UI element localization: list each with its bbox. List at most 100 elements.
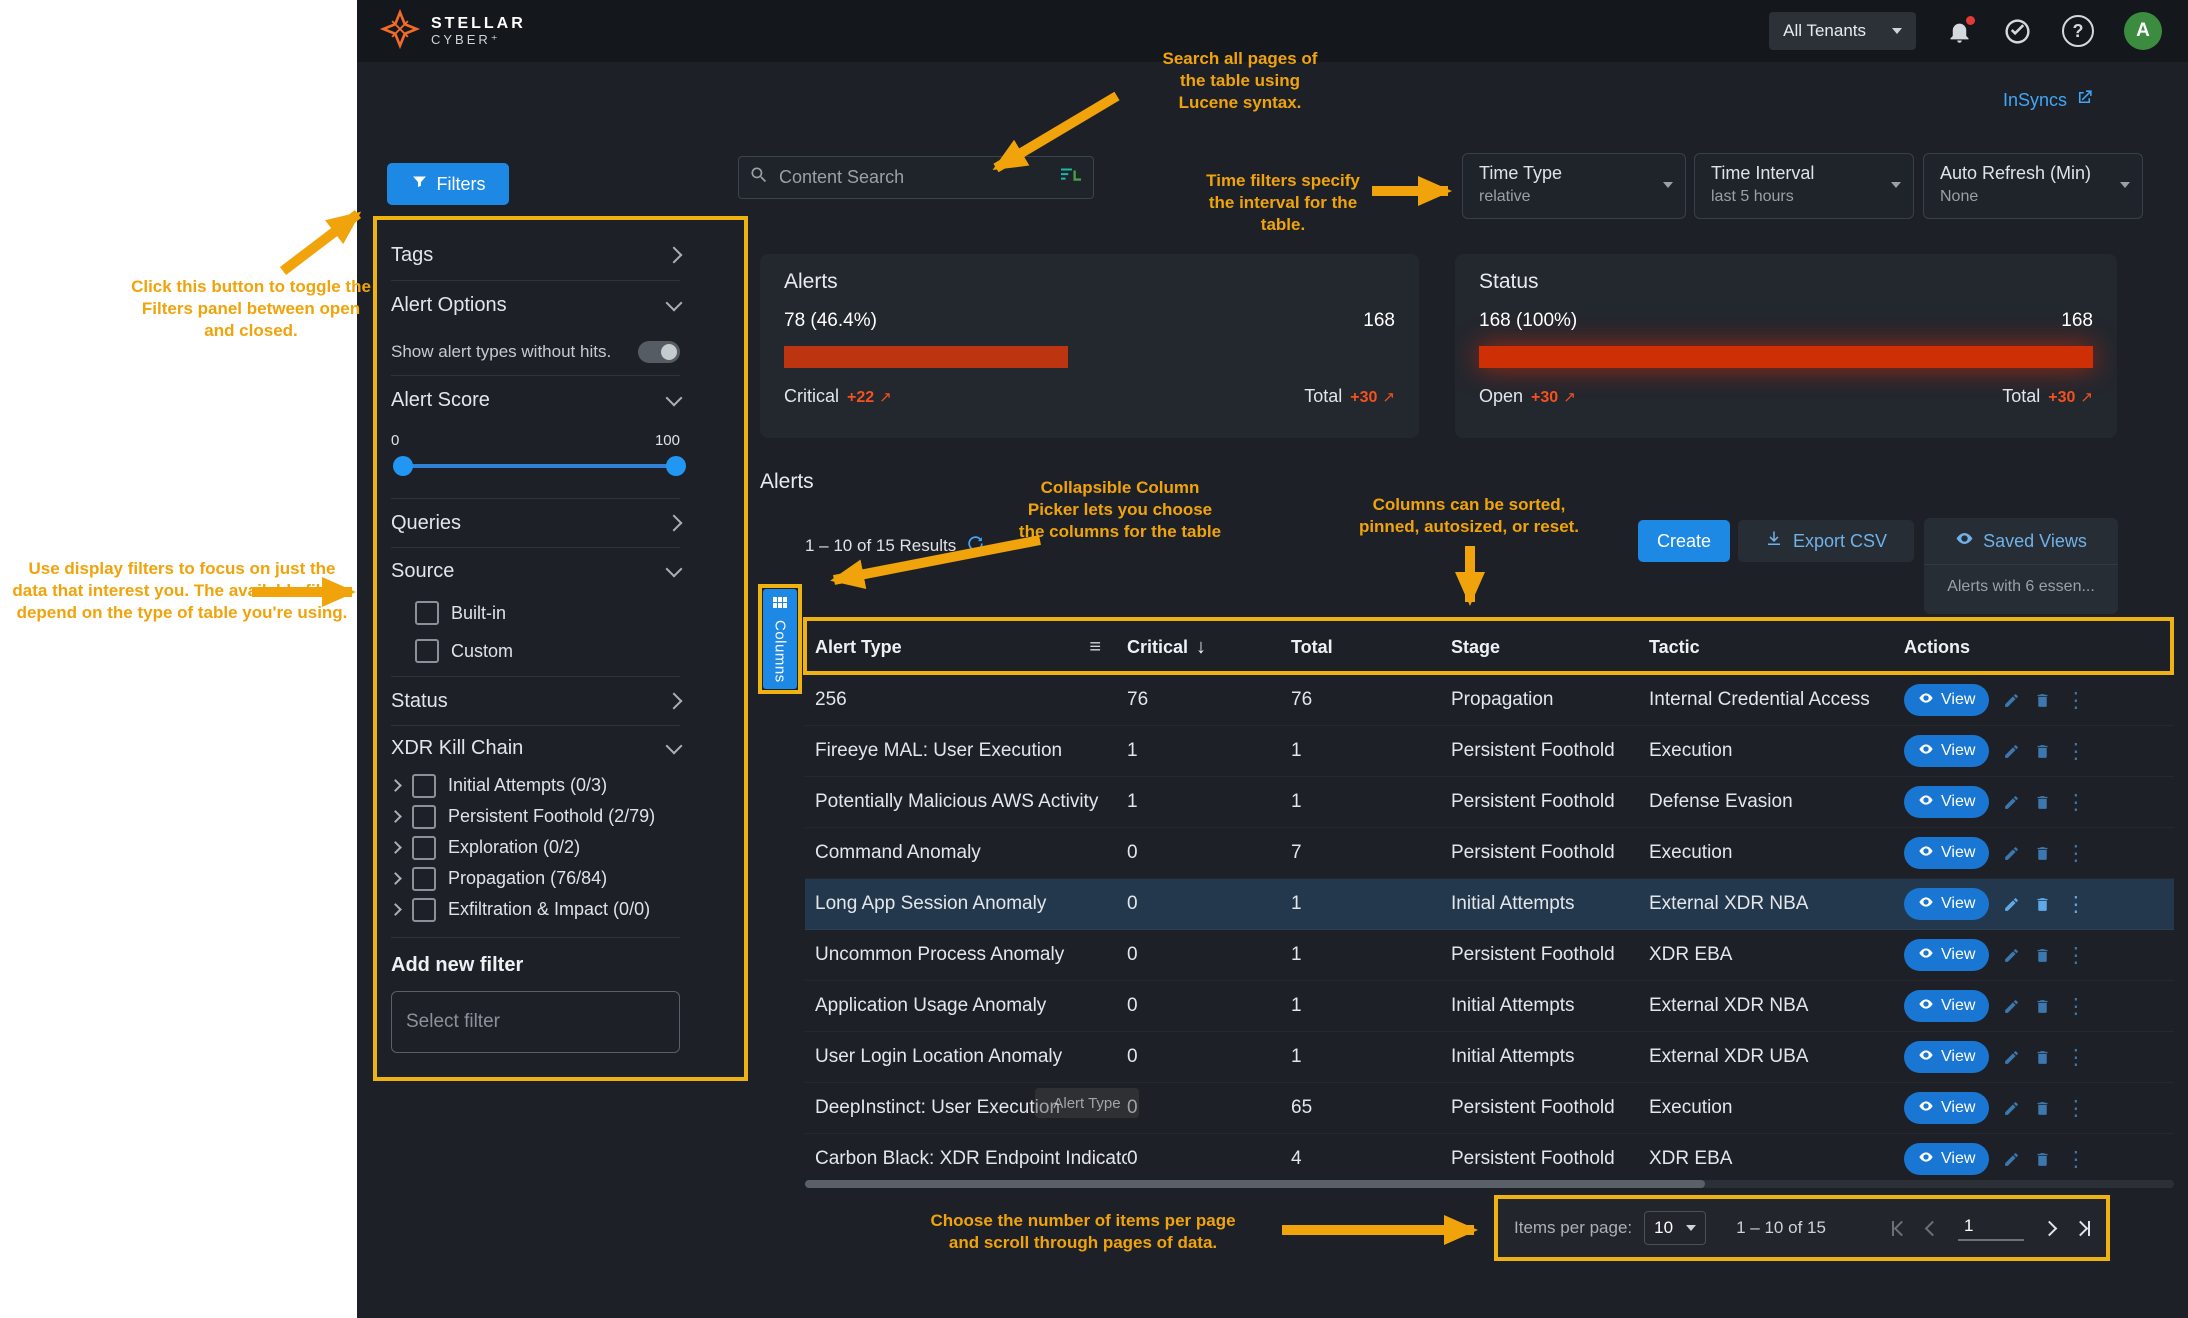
table-row[interactable]: Command Anomaly 0 7 Persistent Foothold … — [805, 828, 2174, 879]
delete-icon[interactable] — [2034, 743, 2051, 760]
delete-icon[interactable] — [2034, 845, 2051, 862]
create-button[interactable]: Create — [1638, 520, 1730, 562]
filter-section-tags[interactable]: Tags — [391, 230, 680, 281]
items-per-page-select[interactable]: 10 — [1644, 1211, 1706, 1245]
help-icon[interactable]: ? — [2062, 15, 2094, 47]
edit-icon[interactable] — [2003, 692, 2020, 709]
filter-section-source[interactable]: Source — [391, 548, 680, 594]
select-filter-input[interactable] — [391, 991, 680, 1053]
avatar[interactable]: A — [2124, 12, 2162, 50]
kill-chain-item[interactable]: Persistent Foothold (2/79) — [391, 801, 680, 832]
kill-chain-item[interactable]: Exploration (0/2) — [391, 832, 680, 863]
scrollbar-thumb[interactable] — [805, 1180, 1705, 1188]
table-row[interactable]: DeepInstinct: User Execution 0 65 Persis… — [805, 1083, 2174, 1134]
view-button[interactable]: View — [1904, 1143, 1989, 1175]
table-row[interactable]: Potentially Malicious AWS Activity 1 1 P… — [805, 777, 2174, 828]
filter-section-kill-chain[interactable]: XDR Kill Chain — [391, 726, 680, 770]
columns-picker-button[interactable]: Columns — [763, 589, 797, 689]
checkbox[interactable] — [412, 805, 436, 829]
filter-section-alert-options[interactable]: Alert Options — [391, 281, 680, 329]
more-actions-icon[interactable]: ⋮ — [2065, 1149, 2086, 1170]
table-row[interactable]: 256 76 76 Propagation Internal Credentia… — [805, 675, 2174, 726]
edit-icon[interactable] — [2003, 1151, 2020, 1168]
view-button[interactable]: View — [1904, 990, 1989, 1022]
edit-icon[interactable] — [2003, 947, 2020, 964]
checkbox[interactable] — [412, 774, 436, 798]
table-row[interactable]: User Login Location Anomaly 0 1 Initial … — [805, 1032, 2174, 1083]
lucene-icon[interactable] — [1059, 165, 1083, 190]
view-button[interactable]: View — [1904, 1041, 1989, 1073]
table-row[interactable]: Application Usage Anomaly 0 1 Initial At… — [805, 981, 2174, 1032]
column-header-critical[interactable]: Critical ↓ — [1127, 636, 1291, 659]
more-actions-icon[interactable]: ⋮ — [2065, 843, 2086, 864]
view-button[interactable]: View — [1904, 684, 1989, 716]
filter-section-alert-score[interactable]: Alert Score — [391, 376, 680, 424]
table-row[interactable]: Carbon Black: XDR Endpoint Indicato 0 4 … — [805, 1134, 2174, 1185]
filter-section-status[interactable]: Status — [391, 677, 680, 726]
notifications-bell-icon[interactable] — [1946, 18, 1973, 45]
auto-refresh-select[interactable]: Auto Refresh (Min) None — [1923, 153, 2143, 219]
delete-icon[interactable] — [2034, 1049, 2051, 1066]
chevron-right-icon[interactable] — [389, 779, 402, 792]
column-menu-icon[interactable]: ≡ — [1089, 636, 1101, 659]
time-interval-select[interactable]: Time Interval last 5 hours — [1694, 153, 1914, 219]
refresh-icon[interactable] — [966, 534, 985, 558]
more-actions-icon[interactable]: ⋮ — [2065, 1098, 2086, 1119]
slider-handle-max[interactable] — [666, 456, 686, 476]
more-actions-icon[interactable]: ⋮ — [2065, 690, 2086, 711]
table-row[interactable]: Fireeye MAL: User Execution 1 1 Persiste… — [805, 726, 2174, 777]
chevron-right-icon[interactable] — [389, 841, 402, 854]
alert-types-toggle[interactable] — [638, 341, 680, 363]
more-actions-icon[interactable]: ⋮ — [2065, 996, 2086, 1017]
chevron-right-icon[interactable] — [389, 872, 402, 885]
delete-icon[interactable] — [2034, 947, 2051, 964]
edit-icon[interactable] — [2003, 1100, 2020, 1117]
delete-icon[interactable] — [2034, 896, 2051, 913]
kill-chain-item[interactable]: Exfiltration & Impact (0/0) — [391, 894, 680, 925]
next-page-button[interactable] — [2044, 1223, 2055, 1234]
checkbox[interactable] — [412, 867, 436, 891]
checkbox[interactable] — [415, 601, 439, 625]
view-button[interactable]: View — [1904, 735, 1989, 767]
view-button[interactable]: View — [1904, 786, 1989, 818]
view-button[interactable]: View — [1904, 1092, 1989, 1124]
column-header-stage[interactable]: Stage — [1451, 637, 1649, 658]
checkbox[interactable] — [412, 836, 436, 860]
first-page-button[interactable] — [1892, 1221, 1907, 1236]
column-header-tactic[interactable]: Tactic — [1649, 637, 1904, 658]
more-actions-icon[interactable]: ⋮ — [2065, 945, 2086, 966]
edit-icon[interactable] — [2003, 845, 2020, 862]
view-button[interactable]: View — [1904, 939, 1989, 971]
export-csv-button[interactable]: Export CSV — [1738, 520, 1914, 562]
delete-icon[interactable] — [2034, 998, 2051, 1015]
view-button[interactable]: View — [1904, 888, 1989, 920]
slider-handle-min[interactable] — [393, 456, 413, 476]
view-button[interactable]: View — [1904, 837, 1989, 869]
content-search-input[interactable] — [777, 166, 1051, 189]
edit-icon[interactable] — [2003, 794, 2020, 811]
more-actions-icon[interactable]: ⋮ — [2065, 741, 2086, 762]
chevron-right-icon[interactable] — [389, 810, 402, 823]
saved-views-button[interactable]: Saved Views — [1924, 518, 2118, 564]
edit-icon[interactable] — [2003, 1049, 2020, 1066]
column-header-alert-type[interactable]: Alert Type ≡ — [805, 636, 1127, 659]
delete-icon[interactable] — [2034, 1100, 2051, 1117]
delete-icon[interactable] — [2034, 1151, 2051, 1168]
chevron-right-icon[interactable] — [389, 903, 402, 916]
edit-icon[interactable] — [2003, 998, 2020, 1015]
table-row[interactable]: Long App Session Anomaly 0 1 Initial Att… — [805, 879, 2174, 930]
page-number-input[interactable] — [1958, 1216, 2024, 1241]
table-row[interactable]: Uncommon Process Anomaly 0 1 Persistent … — [805, 930, 2174, 981]
saved-views-caption[interactable]: Alerts with 6 essen... — [1924, 564, 2118, 609]
check-circle-icon[interactable] — [2003, 17, 2032, 46]
more-actions-icon[interactable]: ⋮ — [2065, 1047, 2086, 1068]
insyncs-link[interactable]: InSyncs — [2003, 88, 2094, 112]
time-type-select[interactable]: Time Type relative — [1462, 153, 1686, 219]
column-header-total[interactable]: Total — [1291, 637, 1451, 658]
filter-section-queries[interactable]: Queries — [391, 499, 680, 548]
last-page-button[interactable] — [2075, 1221, 2090, 1236]
previous-page-button[interactable] — [1927, 1223, 1938, 1234]
more-actions-icon[interactable]: ⋮ — [2065, 792, 2086, 813]
delete-icon[interactable] — [2034, 692, 2051, 709]
slider-track[interactable] — [403, 464, 676, 468]
